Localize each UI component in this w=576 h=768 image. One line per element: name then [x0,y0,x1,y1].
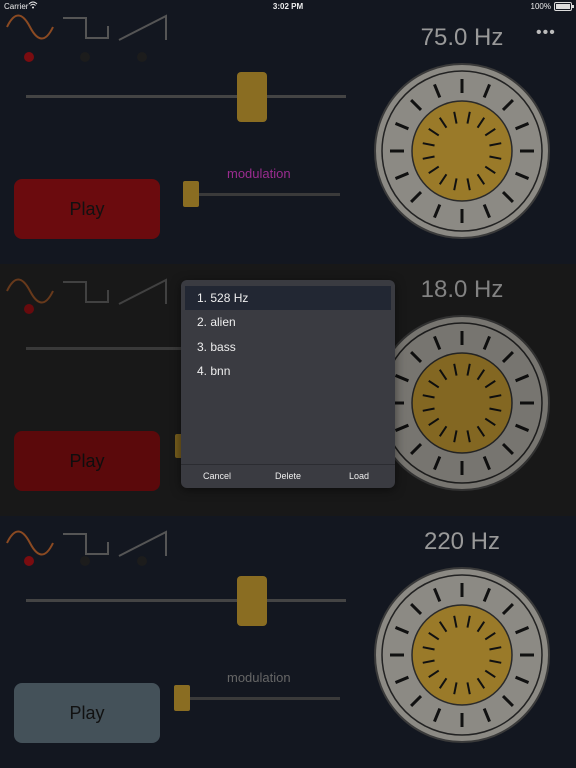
frequency-readout: 75.0 Hz [420,24,504,51]
battery-percent: 100% [530,2,551,11]
sine-select-indicator [24,556,34,566]
square-select-indicator [80,52,90,62]
square-wave-icon[interactable] [62,528,110,558]
sine-select-indicator [24,52,34,62]
sawtooth-wave-icon[interactable] [118,528,168,558]
play-button[interactable]: Play [14,179,160,239]
more-dots-icon[interactable]: ••• [536,24,556,42]
preset-item[interactable]: 1. 528 Hz [185,286,391,310]
knob-inner-dial [411,100,513,202]
modulation-slider-thumb[interactable] [183,181,199,207]
modulation-label: modulation [227,670,291,685]
modulation-slider-thumb[interactable] [174,685,190,711]
load-button[interactable]: Load [329,471,389,481]
status-bar: Carrier 3:02 PM 100% [0,0,576,14]
frequency-knob[interactable] [373,566,551,744]
preset-popover: 1. 528 Hz 2. alien 3. bass 4. bnn Cancel… [181,280,395,488]
frequency-knob[interactable] [373,62,551,240]
status-time: 3:02 PM [272,2,304,11]
cancel-button[interactable]: Cancel [187,471,247,481]
frequency-readout: 220 Hz [423,528,501,555]
oscillator-panel-3: 220 Hz modulation Play [0,516,576,768]
square-select-indicator [80,556,90,566]
square-wave-icon[interactable] [62,12,110,42]
knob-inner-dial [411,604,513,706]
popover-actions: Cancel Delete Load [181,464,395,488]
saw-select-indicator [137,52,147,62]
sine-wave-icon[interactable] [6,528,54,558]
play-button[interactable]: Play [14,683,160,743]
preset-item[interactable]: 2. alien [185,310,391,334]
frequency-slider-track[interactable] [26,95,346,98]
modulation-slider-track[interactable] [190,697,340,700]
sine-wave-icon[interactable] [6,12,54,42]
frequency-slider-thumb[interactable] [237,72,267,122]
preset-item[interactable]: 3. bass [185,335,391,359]
battery-indicator: 100% [530,2,574,11]
modulation-slider-track[interactable] [190,193,340,196]
oscillator-panel-1: 75.0 Hz ••• modulation Play [0,0,576,252]
saw-select-indicator [137,556,147,566]
battery-icon [554,2,574,11]
frequency-slider-thumb[interactable] [237,576,267,626]
frequency-slider-track[interactable] [26,599,346,602]
delete-button[interactable]: Delete [258,471,318,481]
preset-item[interactable]: 4. bnn [185,359,391,383]
modulation-label: modulation [227,166,291,181]
sawtooth-wave-icon[interactable] [118,12,168,42]
